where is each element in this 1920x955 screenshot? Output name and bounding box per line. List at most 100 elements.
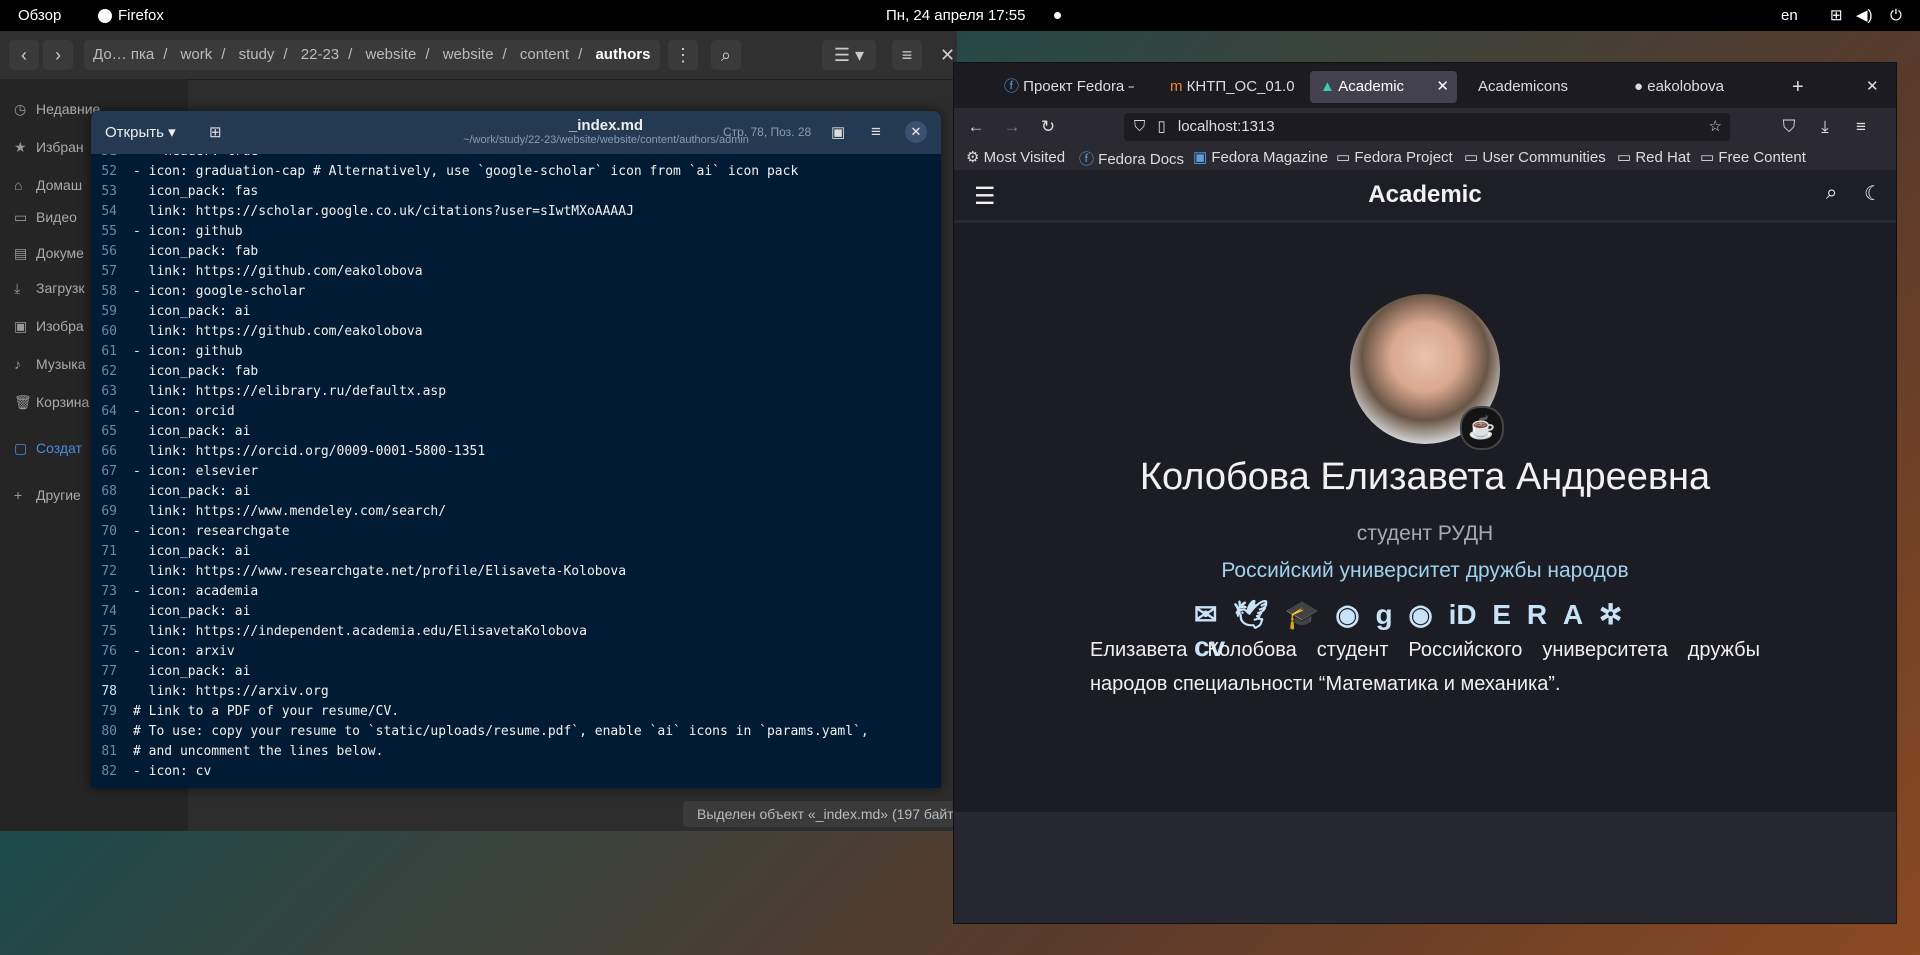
back-button[interactable]: ‹ — [9, 40, 39, 70]
breadcrumb-segment[interactable]: 22-23 — [301, 46, 339, 63]
tab-fedora-project[interactable]: ⓕ Проект Fedora — — [994, 71, 1134, 103]
code-line[interactable]: 56 icon_pack: fab — [91, 242, 941, 262]
shield-icon[interactable]: ⛉ — [1134, 118, 1145, 135]
code-line[interactable]: 61 - icon: github — [91, 342, 941, 362]
code-line[interactable]: 66 link: https://orcid.org/0009-0001-580… — [91, 442, 941, 462]
code-line[interactable]: 54 link: https://scholar.google.co.uk/ci… — [91, 202, 941, 222]
pocket-icon[interactable]: ⛉ — [1777, 115, 1801, 139]
breadcrumb-segment[interactable]: website — [365, 46, 416, 63]
bookmark-red-hat[interactable]: ▭ Red Hat — [1617, 148, 1690, 166]
bookmark-user-communities[interactable]: ▭ User Communities — [1464, 148, 1606, 166]
back-arrow-icon[interactable]: ← — [964, 115, 988, 139]
code-line[interactable]: 72 link: https://www.researchgate.net/pr… — [91, 562, 941, 582]
code-line[interactable]: 82 - icon: cv — [91, 762, 941, 782]
breadcrumb-segment[interactable]: website — [443, 46, 494, 63]
bookmark-star-icon[interactable]: ☆ — [1709, 113, 1722, 141]
envelope-icon[interactable]: ✉ — [1194, 598, 1217, 631]
arxiv-icon[interactable]: ✲ — [1599, 598, 1622, 631]
code-line[interactable]: 76 - icon: arxiv — [91, 642, 941, 662]
twitter-icon[interactable]: 🕊 — [1233, 598, 1269, 631]
network-icon[interactable]: ⊞ — [1830, 0, 1843, 31]
app-menu[interactable]: Firefox — [98, 0, 164, 31]
code-line[interactable]: 73 - icon: academia — [91, 582, 941, 602]
site-brand[interactable]: Academic — [954, 170, 1896, 220]
code-line[interactable]: 77 icon_pack: ai — [91, 662, 941, 682]
code-line[interactable]: 63 link: https://elibrary.ru/defaultx.as… — [91, 382, 941, 402]
code-line[interactable]: 67 - icon: elsevier — [91, 462, 941, 482]
downloads-icon[interactable]: ⤓ — [1813, 115, 1837, 139]
researchgate-icon[interactable]: R — [1527, 599, 1547, 631]
menu-icon[interactable]: ≡ — [871, 122, 881, 142]
moon-icon[interactable]: ☾ — [1864, 181, 1882, 206]
code-line[interactable]: 75 link: https://independent.academia.ed… — [91, 622, 941, 642]
code-line[interactable]: 79 # Link to a PDF of your resume/CV. — [91, 702, 941, 722]
app-menu-icon[interactable]: ≡ — [1849, 115, 1873, 139]
url-text[interactable]: localhost:1313 — [1178, 118, 1275, 135]
code-line[interactable]: 80 # To use: copy your resume to `static/… — [91, 722, 941, 742]
academia-icon[interactable]: A — [1563, 599, 1583, 631]
bookmark-fedora-project[interactable]: ▭ Fedora Project — [1336, 148, 1453, 166]
forward-arrow-icon[interactable]: → — [1000, 115, 1024, 139]
tab-kntp[interactable]: m КНТП_ОС_01.03 — [1160, 71, 1294, 103]
new-tab-button[interactable]: + — [1792, 71, 1816, 103]
code-line[interactable]: 64 - icon: orcid — [91, 402, 941, 422]
google-scholar-icon[interactable]: g — [1375, 599, 1392, 631]
sidebar-item-documents[interactable]: ▤ Докуме — [14, 241, 84, 265]
breadcrumb-segment[interactable]: До… пка — [93, 46, 154, 63]
save-icon[interactable]: ▣ — [831, 123, 845, 141]
close-window-icon[interactable]: ✕ — [1866, 71, 1886, 103]
breadcrumb-segment[interactable]: content — [520, 46, 569, 63]
editor-text-area[interactable]: 51 header: true 52 - icon: graduation-cap … — [91, 154, 941, 788]
bookmark-free-content[interactable]: ▭ Free Content — [1700, 148, 1806, 166]
reload-icon[interactable]: ↻ — [1036, 115, 1060, 139]
code-line[interactable]: 53 icon_pack: fas — [91, 182, 941, 202]
url-bar[interactable]: ⛉ ▯ localhost:1313 ☆ — [1124, 113, 1730, 141]
forward-button[interactable]: › — [43, 40, 73, 70]
clock[interactable]: Пн, 24 апреля 17:55 — [886, 0, 1025, 31]
sidebar-item-starred[interactable]: ★ Избран — [14, 135, 84, 159]
sidebar-item-other-locations[interactable]: + Другие — [14, 483, 81, 507]
code-line[interactable]: 57 link: https://github.com/eakolobova — [91, 262, 941, 282]
sidebar-item-downloads[interactable]: ⤓ Загрузк — [14, 276, 85, 300]
sidebar-item-videos[interactable]: ▭ Видео — [14, 205, 77, 229]
close-icon[interactable]: ✕ — [940, 40, 955, 70]
github-icon[interactable]: ◉ — [1408, 598, 1432, 631]
code-line[interactable]: 65 icon_pack: ai — [91, 422, 941, 442]
sidebar-item-music[interactable]: ♪ Музыка — [14, 352, 86, 376]
tab-academicons[interactable]: Academicons — [1468, 71, 1608, 103]
keyboard-layout-indicator[interactable]: en — [1781, 0, 1798, 31]
volume-icon[interactable]: ◀) — [1856, 0, 1873, 31]
close-icon[interactable]: ✕ — [905, 121, 927, 143]
search-button[interactable]: ⌕ — [711, 40, 741, 70]
elsevier-icon[interactable]: E — [1492, 599, 1511, 631]
code-line[interactable]: 71 icon_pack: ai — [91, 542, 941, 562]
close-tab-icon[interactable]: ✕ — [1436, 71, 1449, 103]
code-line[interactable]: 62 icon_pack: fab — [91, 362, 941, 382]
code-line[interactable]: 69 link: https://www.mendeley.com/search… — [91, 502, 941, 522]
sidebar-item-trash[interactable]: 🗑 Корзина — [14, 390, 89, 414]
bookmark-fedora-docs[interactable]: ⓕ Fedora Docs — [1079, 148, 1184, 169]
code-line[interactable]: 58 - icon: google-scholar — [91, 282, 941, 302]
search-icon[interactable]: ⌕ — [1826, 182, 1837, 205]
code-line[interactable]: 74 icon_pack: ai — [91, 602, 941, 622]
new-tab-icon[interactable]: ⊞ — [209, 123, 222, 141]
sidebar-item-create[interactable]: ▢ Создат — [14, 436, 82, 460]
breadcrumb-segment-current[interactable]: authors — [595, 46, 650, 63]
code-line[interactable]: 81 # and uncomment the lines below. — [91, 742, 941, 762]
open-button[interactable]: Открыть ▾ — [105, 123, 176, 141]
menu-button[interactable]: ≡ — [892, 40, 922, 70]
code-line[interactable]: 52 - icon: graduation-cap # Alternatively… — [91, 162, 941, 182]
overview-button[interactable]: Обзор — [18, 0, 61, 31]
graduation-cap-icon[interactable]: 🎓 — [1285, 598, 1320, 631]
view-mode-button[interactable]: ☰ ▾ — [822, 40, 876, 70]
breadcrumb-segment[interactable]: work — [181, 46, 213, 63]
code-line[interactable]: 59 icon_pack: ai — [91, 302, 941, 322]
profile-organization[interactable]: Российский университет дружбы народов — [954, 559, 1896, 583]
code-line[interactable]: 70 - icon: researchgate — [91, 522, 941, 542]
cursor-position[interactable]: Стр. 78, Поз. 28 — [723, 125, 811, 139]
orcid-icon[interactable]: iD — [1449, 599, 1477, 631]
sidebar-item-home[interactable]: ⌂ Домаш — [14, 173, 82, 197]
breadcrumb[interactable]: До… пка / work / study/ 22-23/ website / we… — [84, 40, 660, 70]
code-line[interactable]: 68 icon_pack: ai — [91, 482, 941, 502]
code-line[interactable]: 78 link: https://arxiv.org — [91, 682, 941, 702]
